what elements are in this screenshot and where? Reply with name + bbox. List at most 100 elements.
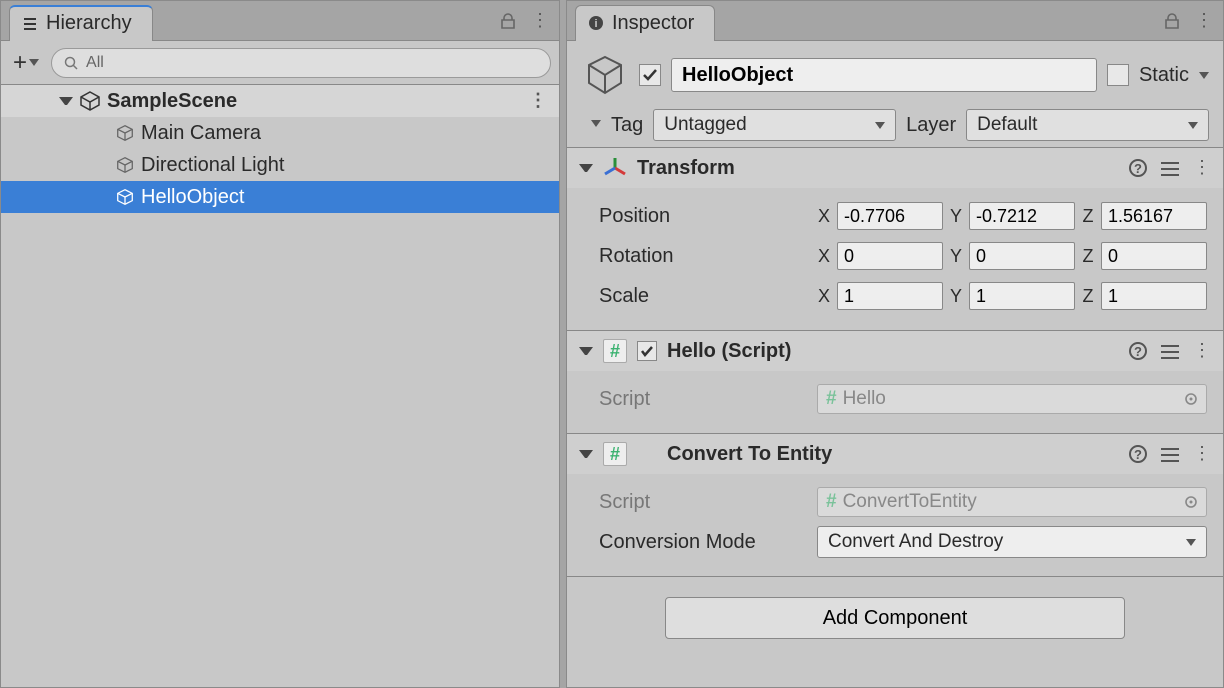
position-y-input[interactable] xyxy=(969,202,1075,230)
search-icon xyxy=(64,56,78,70)
script-label: Script xyxy=(599,388,809,411)
lock-icon[interactable] xyxy=(499,12,517,30)
gameobject-icon xyxy=(115,123,135,143)
hierarchy-list-icon xyxy=(22,16,38,32)
gameobject-large-icon[interactable] xyxy=(581,51,629,99)
tag-value: Untagged xyxy=(664,114,746,136)
component-header-convert[interactable]: # Convert To Entity ? ⋮ xyxy=(567,434,1223,474)
rotation-x-input[interactable] xyxy=(837,242,943,270)
unity-scene-icon xyxy=(79,90,101,112)
object-picker-icon[interactable] xyxy=(1184,392,1198,406)
conversion-mode-value: Convert And Destroy xyxy=(828,531,1003,553)
component-menu-icon[interactable]: ⋮ xyxy=(1193,164,1211,171)
rotation-y-input[interactable] xyxy=(969,242,1075,270)
tab-hierarchy[interactable]: Hierarchy xyxy=(9,5,153,41)
z-axis-label: Z xyxy=(1081,206,1095,227)
hierarchy-item-label: HelloObject xyxy=(141,186,244,209)
component-title: Transform xyxy=(637,157,735,180)
position-z-input[interactable] xyxy=(1101,202,1207,230)
script-name: ConvertToEntity xyxy=(843,491,977,513)
hierarchy-tree: SampleScene ⋮ Main Camera Directional Li… xyxy=(1,85,559,687)
y-axis-label: Y xyxy=(949,206,963,227)
hierarchy-item-directional-light[interactable]: Directional Light xyxy=(1,149,559,181)
csharp-script-icon: # xyxy=(603,339,627,363)
component-convert-to-entity: # Convert To Entity ? ⋮ Script # Convert… xyxy=(567,434,1223,577)
scene-label: SampleScene xyxy=(107,90,237,113)
chevron-down-icon xyxy=(875,122,885,129)
object-picker-icon[interactable] xyxy=(1184,495,1198,509)
chevron-down-icon xyxy=(1188,122,1198,129)
script-reference-field[interactable]: # ConvertToEntity xyxy=(817,487,1207,517)
scale-z-input[interactable] xyxy=(1101,282,1207,310)
script-reference-field[interactable]: # Hello xyxy=(817,384,1207,414)
create-button[interactable]: + xyxy=(9,49,43,77)
z-axis-label: Z xyxy=(1081,246,1095,267)
y-axis-label: Y xyxy=(949,246,963,267)
add-component-button[interactable]: Add Component xyxy=(665,597,1125,639)
static-checkbox[interactable] xyxy=(1107,64,1129,86)
script-label: Script xyxy=(599,491,809,514)
inspector-header: Static Tag Untagged Layer Default xyxy=(567,41,1223,148)
scale-y-input[interactable] xyxy=(969,282,1075,310)
transform-icon xyxy=(603,156,627,180)
panel-menu-icon[interactable]: ⋮ xyxy=(1195,17,1213,24)
help-icon[interactable]: ? xyxy=(1129,445,1147,463)
scene-row[interactable]: SampleScene ⋮ xyxy=(1,85,559,117)
hierarchy-title: Hierarchy xyxy=(46,12,132,35)
tag-label: Tag xyxy=(611,114,643,137)
rotation-z-input[interactable] xyxy=(1101,242,1207,270)
rotation-row: Rotation X Y Z xyxy=(599,236,1207,276)
foldout-arrow-icon[interactable] xyxy=(579,347,593,355)
search-input[interactable]: All xyxy=(51,48,551,78)
chevron-down-icon xyxy=(1186,539,1196,546)
component-header-hello[interactable]: # Hello (Script) ? ⋮ xyxy=(567,331,1223,371)
layer-dropdown[interactable]: Default xyxy=(966,109,1209,141)
search-placeholder: All xyxy=(86,54,104,72)
component-title: Convert To Entity xyxy=(667,443,832,466)
hierarchy-tab-row: Hierarchy ⋮ xyxy=(1,1,559,41)
position-x-input[interactable] xyxy=(837,202,943,230)
active-checkbox[interactable] xyxy=(639,64,661,86)
tab-inspector[interactable]: i Inspector xyxy=(575,5,715,41)
component-menu-icon[interactable]: ⋮ xyxy=(1193,347,1211,354)
lock-icon[interactable] xyxy=(1163,12,1181,30)
svg-text:i: i xyxy=(594,18,597,30)
tag-dropdown[interactable]: Untagged xyxy=(653,109,896,141)
chevron-down-icon xyxy=(29,59,39,66)
script-hash-icon: # xyxy=(826,491,837,513)
static-label: Static xyxy=(1139,64,1189,87)
presets-icon[interactable] xyxy=(1161,445,1179,463)
component-menu-icon[interactable]: ⋮ xyxy=(1193,450,1211,457)
hierarchy-item-main-camera[interactable]: Main Camera xyxy=(1,117,559,149)
presets-icon[interactable] xyxy=(1161,159,1179,177)
csharp-script-icon: # xyxy=(603,442,627,466)
object-name-input[interactable] xyxy=(671,58,1097,92)
x-axis-label: X xyxy=(817,246,831,267)
static-dropdown-icon[interactable] xyxy=(1199,72,1209,79)
component-hello-script: # Hello (Script) ? ⋮ Script # Hello xyxy=(567,331,1223,434)
scale-x-input[interactable] xyxy=(837,282,943,310)
component-transform: Transform ? ⋮ Position X Y Z xyxy=(567,148,1223,331)
rotation-label: Rotation xyxy=(599,245,809,268)
help-icon[interactable]: ? xyxy=(1129,342,1147,360)
hierarchy-item-label: Main Camera xyxy=(141,122,261,145)
help-icon[interactable]: ? xyxy=(1129,159,1147,177)
component-header-transform[interactable]: Transform ? ⋮ xyxy=(567,148,1223,188)
panel-menu-icon[interactable]: ⋮ xyxy=(531,17,549,24)
script-row: Script # Hello xyxy=(599,379,1207,419)
hierarchy-item-helloobject[interactable]: HelloObject xyxy=(1,181,559,213)
hierarchy-item-label: Directional Light xyxy=(141,154,284,177)
script-row: Script # ConvertToEntity xyxy=(599,482,1207,522)
conversion-mode-dropdown[interactable]: Convert And Destroy xyxy=(817,526,1207,558)
foldout-arrow-icon[interactable] xyxy=(579,164,593,172)
conversion-mode-label: Conversion Mode xyxy=(599,531,809,554)
presets-icon[interactable] xyxy=(1161,342,1179,360)
x-axis-label: X xyxy=(817,206,831,227)
foldout-arrow-icon[interactable] xyxy=(579,450,593,458)
scene-menu-icon[interactable]: ⋮ xyxy=(529,97,547,104)
gameobject-icon xyxy=(115,187,135,207)
foldout-arrow-icon[interactable] xyxy=(59,97,73,105)
icon-dropdown-arrow[interactable] xyxy=(591,120,601,127)
info-icon: i xyxy=(588,15,604,31)
component-enabled-checkbox[interactable] xyxy=(637,341,657,361)
